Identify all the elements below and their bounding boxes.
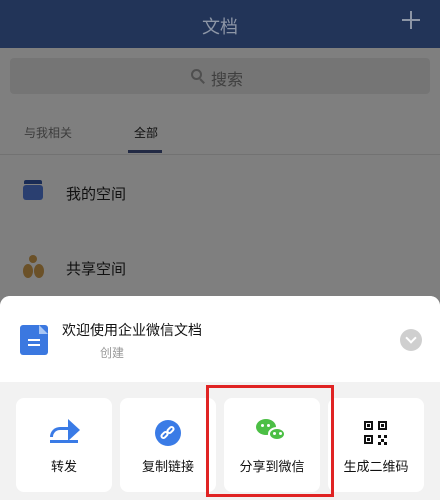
space-item-shared-space[interactable]: 共享空间 <box>66 258 126 279</box>
shared-space-icon <box>21 255 47 279</box>
copy-link-label: 复制链接 <box>141 460 194 475</box>
generate-qr-code-label: 生成二维码 <box>343 460 409 475</box>
add-icon[interactable] <box>400 9 422 31</box>
forward-icon <box>50 419 80 443</box>
highlight-box <box>206 385 334 497</box>
document-icon <box>20 325 48 355</box>
app-header: 文档 <box>0 0 440 48</box>
folder-icon <box>23 180 43 200</box>
search-icon <box>191 69 205 84</box>
forward-label: 转发 <box>50 460 77 475</box>
search-label: 搜索 <box>211 70 244 89</box>
tab-related-to-me[interactable]: 与我相关 <box>24 124 72 141</box>
page-title: 文档 <box>202 17 238 38</box>
space-item-my-space[interactable]: 我的空间 <box>66 183 126 204</box>
chevron-down-icon[interactable] <box>400 329 422 351</box>
forward-button[interactable] <box>16 398 112 492</box>
generate-qr-code-button[interactable] <box>328 398 424 492</box>
tab-divider <box>0 154 440 155</box>
qr-code-icon <box>364 421 388 445</box>
link-icon <box>155 420 181 446</box>
tab-all[interactable]: 全部 <box>134 124 158 141</box>
document-title: 欢迎使用企业微信文档 <box>62 323 202 339</box>
document-subtitle: 创建 <box>100 346 125 360</box>
tab-underline <box>128 150 162 153</box>
